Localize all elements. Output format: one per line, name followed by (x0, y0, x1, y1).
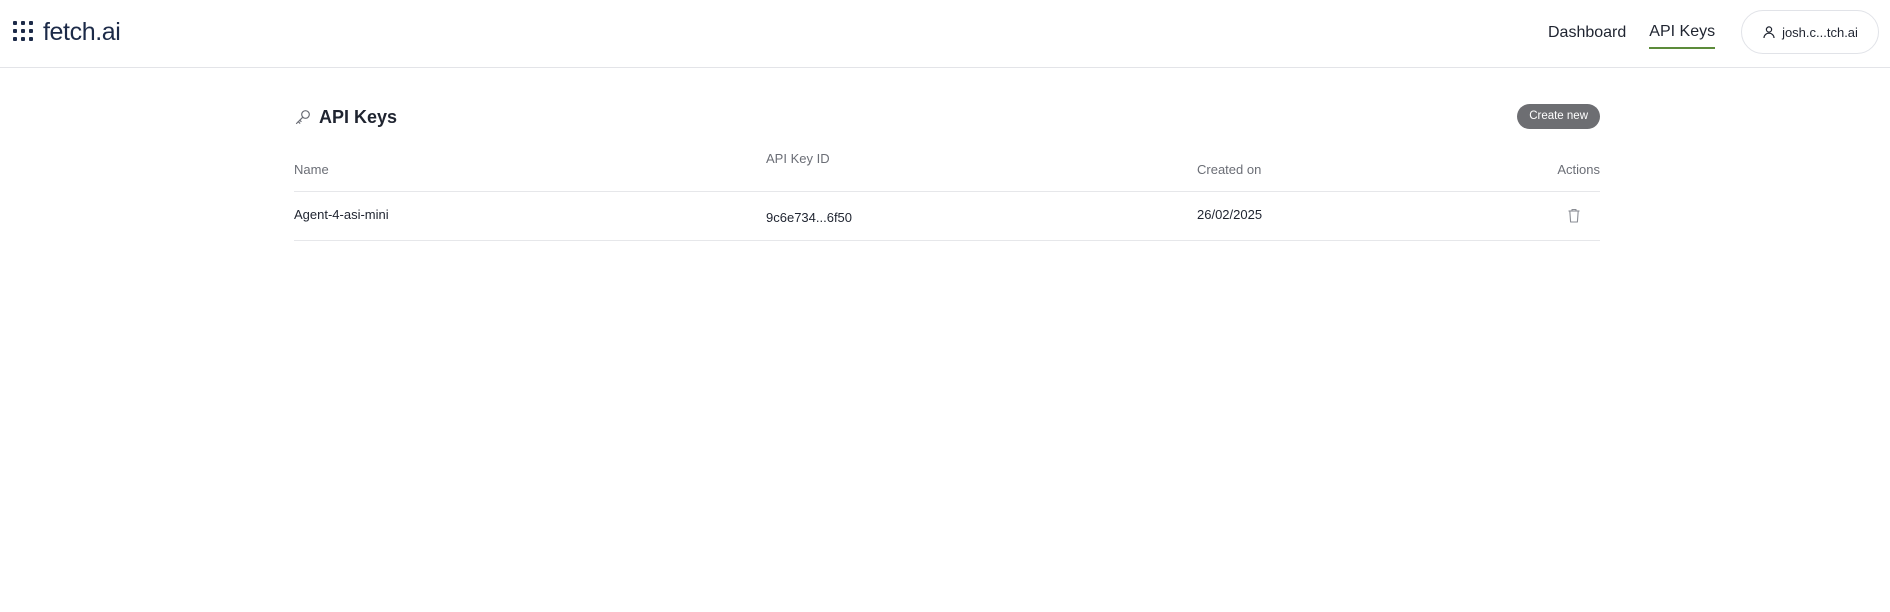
trash-icon[interactable] (1566, 207, 1582, 224)
row-api-key-id: 9c6e734...6f50 (766, 210, 853, 225)
key-icon (294, 108, 312, 126)
nav-link-api-keys[interactable]: API Keys (1649, 21, 1716, 49)
column-header-created-on: Created on (1197, 162, 1262, 177)
column-header-name: Name (294, 162, 329, 177)
user-icon (1762, 25, 1776, 39)
column-header-actions: Actions (1557, 162, 1600, 177)
row-created-on: 26/02/2025 (1197, 207, 1263, 222)
nav-link-dashboard[interactable]: Dashboard (1548, 22, 1626, 48)
main-nav: Dashboard API Keys (1548, 21, 1716, 49)
table-header: Name API Key ID Created on Actions (294, 146, 1600, 192)
api-keys-table: Name API Key ID Created on Actions Agent… (294, 146, 1600, 241)
page-title: API Keys (319, 107, 398, 127)
page-title-group: API Keys (294, 104, 397, 130)
create-new-button[interactable]: Create new (1517, 104, 1600, 129)
user-email-label: josh.c...tch.ai (1782, 24, 1858, 40)
logo-text: fetch.ai (43, 18, 121, 46)
row-name: Agent-4-asi-mini (294, 207, 389, 222)
top-navbar: fetch.ai Dashboard API Keys josh.c...tch… (0, 0, 1890, 68)
table-row: Agent-4-asi-mini 9c6e734...6f50 26/02/20… (294, 192, 1600, 241)
page-header: API Keys Create new (294, 104, 1600, 130)
column-header-api-key-id: API Key ID (766, 151, 830, 166)
user-menu-button[interactable]: josh.c...tch.ai (1741, 10, 1879, 54)
brand-logo[interactable]: fetch.ai (13, 18, 121, 46)
dot-grid-icon (13, 21, 35, 43)
